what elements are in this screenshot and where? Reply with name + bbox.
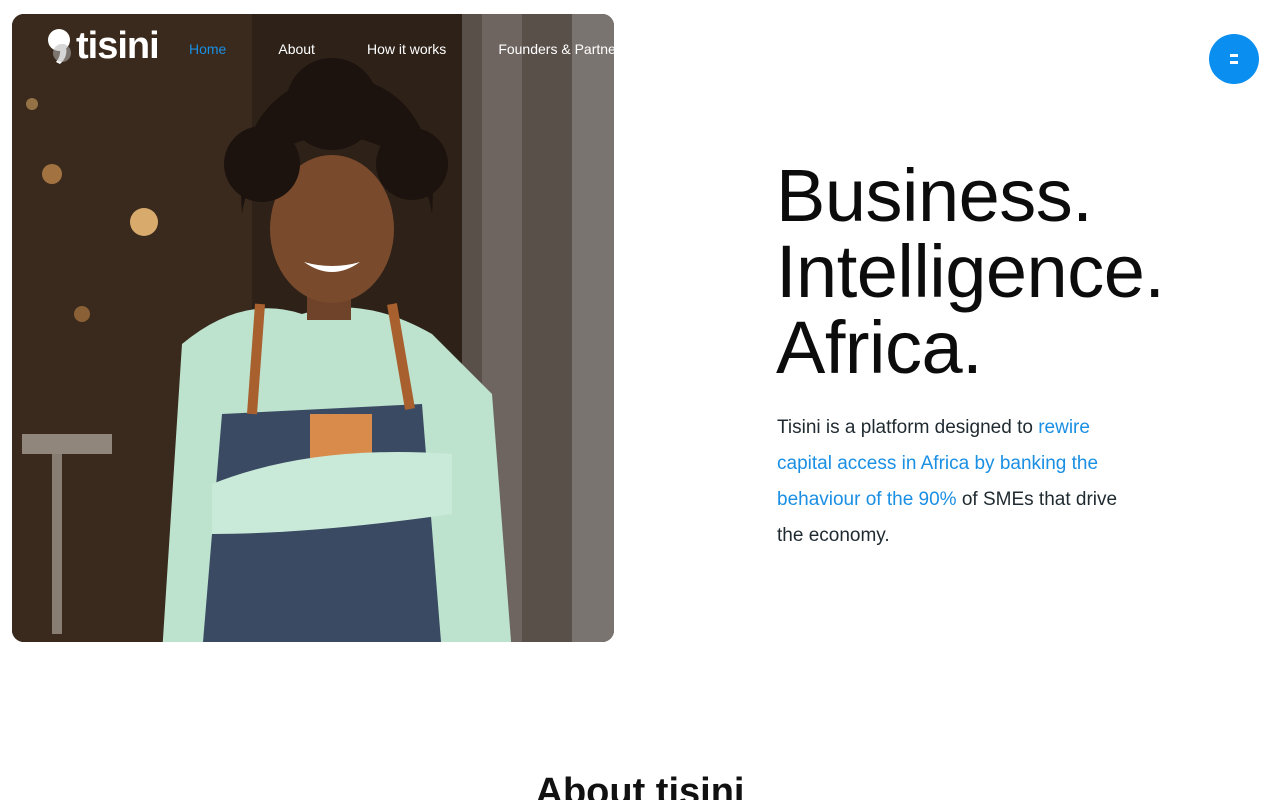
main-nav: Home About How it works Founders & Partn… xyxy=(189,40,627,58)
nav-founders-partners-link[interactable]: Founders & Partners xyxy=(498,40,627,58)
nav-home-link[interactable]: Home xyxy=(189,40,226,58)
lead-text-before: Tisini is a platform designed to xyxy=(777,417,1039,438)
nav-how-it-works-link[interactable]: How it works xyxy=(367,40,446,58)
brand-logo[interactable]: tisini xyxy=(46,25,160,67)
woman-portrait-illustration xyxy=(12,14,614,642)
headline-line-2: Intelligence. xyxy=(776,230,1165,313)
hero-lead-paragraph: Tisini is a platform designed to rewire … xyxy=(777,410,1137,554)
brand-name: tisini xyxy=(76,25,160,67)
speech-bubble-nine-icon xyxy=(46,27,72,65)
trademark-mark: TM xyxy=(160,4,169,10)
headline-line-1: Business. xyxy=(776,154,1093,237)
nav-about-link[interactable]: About xyxy=(278,40,315,58)
hero-headline: Business. Intelligence. Africa. xyxy=(776,154,1165,389)
menu-icon xyxy=(1230,52,1238,66)
menu-button[interactable] xyxy=(1209,34,1259,84)
about-section-title: About tisini xyxy=(535,771,745,800)
headline-line-3: Africa. xyxy=(776,306,983,389)
hero-photo xyxy=(12,14,614,642)
